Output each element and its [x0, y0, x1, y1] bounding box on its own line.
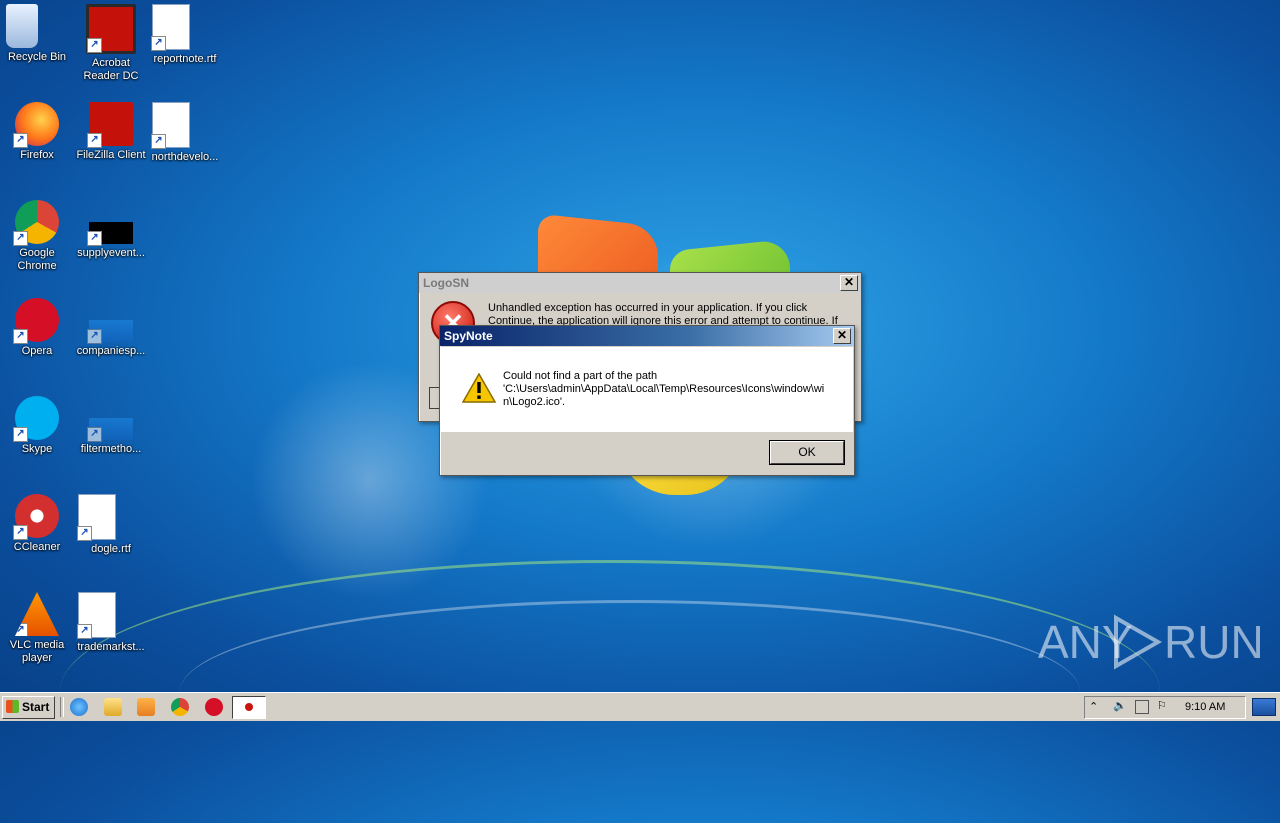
spynote-message-area: Could not find a part of the path 'C:\Us… [441, 347, 853, 432]
desktop-icon[interactable]: ↗ CCleaner [0, 494, 74, 554]
desktop-icon[interactable]: Recycle Bin [0, 4, 74, 64]
desktop-icon-label: trademarkst... [77, 641, 145, 653]
tray-expand-icon[interactable]: ⌃ [1089, 700, 1098, 713]
ok-button[interactable]: OK [769, 440, 845, 465]
spynote-title: SpyNote [444, 329, 493, 343]
ccleaner-icon: ↗ [13, 494, 59, 540]
network-icon[interactable] [1135, 700, 1149, 714]
filezilla-icon: ↗ [87, 102, 133, 148]
desktop-icon[interactable]: ↗ Skype [0, 396, 74, 456]
desktop-icon-label: dogle.rtf [91, 543, 131, 555]
shortcut-arrow-icon: ↗ [15, 623, 28, 636]
start-button[interactable]: Start [2, 696, 55, 719]
desktop-icon-label: CCleaner [13, 541, 61, 553]
desktop-icon[interactable]: ↗ Acrobat Reader DC [74, 4, 148, 83]
vlc-icon: ↗ [15, 592, 59, 636]
word-doc-icon: ↗ [151, 4, 190, 51]
desktop-icon[interactable]: ↗ companiesp... [74, 298, 148, 358]
acrobat-icon: ↗ [86, 4, 136, 54]
desktop-icon[interactable]: ↗ filtermetho... [74, 396, 148, 456]
windows-flag-icon [6, 700, 19, 713]
word-doc-icon: ↗ [151, 102, 190, 149]
spynote-dialog: SpyNote ✕ Could not find a part of the p… [439, 325, 855, 476]
desktop-icon-label: Acrobat Reader DC [83, 57, 139, 82]
spynote-title-bar[interactable]: SpyNote ✕ [440, 326, 854, 346]
shortcut-arrow-icon: ↗ [87, 231, 102, 246]
desktop-icon-label: Opera [21, 345, 53, 357]
word-doc-icon: ↗ [77, 494, 116, 541]
shortcut-arrow-icon: ↗ [13, 525, 28, 540]
shortcut-arrow-icon: ↗ [87, 329, 102, 344]
system-tray: ⌃ 🔈 ⚐ 9:10 AM [1084, 696, 1246, 719]
taskbar: Start ⌃ 🔈 ⚐ 9:10 AM [0, 692, 1280, 721]
warning-icon [462, 373, 496, 403]
desktop-icon-label: reportnote.rtf [153, 53, 217, 65]
word-doc-icon: ↗ [77, 592, 116, 639]
desktop-icon[interactable]: ↗ dogle.rtf [74, 494, 148, 556]
logosn-title-bar[interactable]: LogoSN ✕ [419, 273, 861, 293]
app-icon [245, 703, 253, 711]
desktop-icon[interactable]: ↗ supplyevent... [74, 200, 148, 260]
shortcut-arrow-icon: ↗ [87, 133, 102, 148]
desktop-icon[interactable]: ↗ Google Chrome [0, 200, 74, 273]
shortcut-arrow-icon: ↗ [13, 427, 28, 442]
desktop-icon[interactable]: ↗ FileZilla Client [74, 102, 148, 162]
desktop-icon-label: Skype [21, 443, 53, 455]
shortcut-arrow-icon: ↗ [13, 329, 28, 344]
desktop-icon-label: VLC media player [9, 639, 65, 664]
anyrun-watermark: ANY RUN [1038, 612, 1264, 672]
blank-file-icon: ↗ [87, 418, 133, 442]
recycle-bin-icon [6, 4, 38, 48]
desktop-icon-label: Firefox [20, 149, 54, 161]
logosn-title: LogoSN [423, 276, 469, 290]
desktop-icon[interactable]: ↗ reportnote.rtf [148, 4, 222, 66]
shortcut-arrow-icon: ↗ [87, 38, 102, 53]
desktop-icon-label: Recycle Bin [7, 51, 67, 63]
desktop-icon-label: filtermetho... [80, 443, 142, 455]
desktop-icon-label: companiesp... [76, 345, 146, 357]
spynote-message-line1: Could not find a part of the path [503, 370, 658, 382]
blank-file-icon: ↗ [87, 320, 133, 344]
desktop-icon[interactable]: ↗ VLC media player [0, 592, 74, 665]
shortcut-arrow-icon: ↗ [151, 134, 166, 149]
desktop-icon[interactable]: ↗ Firefox [0, 102, 74, 162]
desktop-icon[interactable]: ↗ Opera [0, 298, 74, 358]
spynote-message-line2: 'C:\Users\admin\AppData\Local\Temp\Resou… [503, 383, 825, 395]
play-triangle-icon [1114, 614, 1162, 670]
firefox-icon: ↗ [13, 102, 59, 148]
desktop-icon-label: northdevelo... [151, 151, 219, 163]
shortcut-arrow-icon: ↗ [77, 526, 92, 541]
opera-icon: ↗ [13, 298, 59, 344]
desktop-icon-label: FileZilla Client [76, 149, 146, 161]
shortcut-arrow-icon: ↗ [87, 427, 102, 442]
explorer-icon[interactable] [104, 698, 122, 716]
desktop-icon[interactable]: ↗ northdevelo... [148, 102, 222, 164]
quick-launch-separator [60, 697, 64, 717]
logosn-close-button[interactable]: ✕ [840, 275, 858, 291]
shortcut-arrow-icon: ↗ [13, 133, 28, 148]
action-center-flag-icon[interactable]: ⚐ [1157, 699, 1167, 712]
spynote-message: Could not find a part of the path 'C:\Us… [503, 370, 833, 409]
chrome-icon[interactable] [171, 698, 189, 716]
clock[interactable]: 9:10 AM [1185, 701, 1225, 713]
desktop-icon-label: Google Chrome [17, 247, 57, 272]
watermark-text-run: RUN [1164, 616, 1264, 668]
active-app-button[interactable] [232, 696, 266, 719]
volume-icon[interactable]: 🔈 [1113, 699, 1127, 712]
desktop-icon-label: supplyevent... [77, 247, 145, 259]
desktop-icon[interactable]: ↗ trademarkst... [74, 592, 148, 654]
spynote-close-button[interactable]: ✕ [833, 328, 851, 344]
shortcut-arrow-icon: ↗ [151, 36, 166, 51]
start-label: Start [22, 700, 50, 714]
chrome-icon: ↗ [13, 200, 59, 246]
shortcut-arrow-icon: ↗ [13, 231, 28, 246]
media-player-icon[interactable] [137, 698, 155, 716]
ie-icon[interactable] [70, 698, 88, 716]
spynote-message-line3: n\Logo2.ico'. [503, 396, 566, 408]
skype-icon: ↗ [13, 396, 59, 442]
black-file-icon: ↗ [87, 222, 133, 246]
show-desktop-button[interactable] [1252, 698, 1276, 716]
opera-icon[interactable] [205, 698, 223, 716]
shortcut-arrow-icon: ↗ [77, 624, 92, 639]
